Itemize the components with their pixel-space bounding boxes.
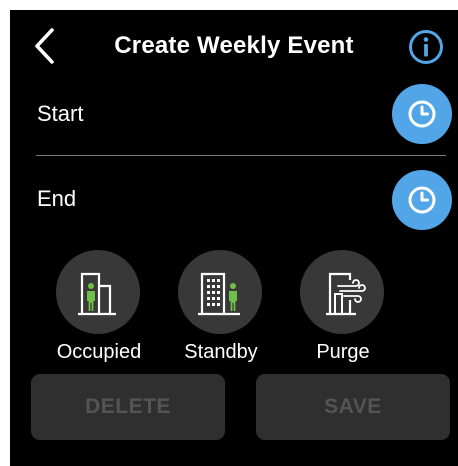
info-icon xyxy=(409,30,443,64)
mode-occupied-button[interactable]: Occupied xyxy=(44,250,154,370)
mode-occupied-label: Occupied xyxy=(56,341,142,363)
save-button[interactable]: SAVE xyxy=(256,374,450,440)
end-label: End xyxy=(37,186,77,211)
mode-standby-button[interactable]: Standby xyxy=(166,250,276,370)
end-row: End xyxy=(10,166,458,230)
mode-purge-label: Purge xyxy=(316,341,370,363)
mode-circle xyxy=(56,250,140,334)
mode-standby-label: Standby xyxy=(184,341,258,363)
standby-building-icon xyxy=(198,272,240,316)
start-row: Start xyxy=(10,82,458,146)
clock-icon xyxy=(408,100,436,128)
start-label: Start xyxy=(37,101,84,126)
divider xyxy=(36,155,446,156)
start-time-button[interactable] xyxy=(392,84,452,144)
thermostat-screen: Create Weekly Event Start End Occupied S… xyxy=(10,10,458,466)
header: Create Weekly Event xyxy=(10,10,458,86)
chevron-left-icon xyxy=(35,28,54,64)
mode-circle xyxy=(178,250,262,334)
mode-purge-button[interactable]: Purge xyxy=(288,250,398,370)
page-title: Create Weekly Event xyxy=(114,32,354,59)
clock-icon xyxy=(408,186,436,214)
delete-button[interactable]: DELETE xyxy=(31,374,225,440)
back-button[interactable] xyxy=(28,26,62,66)
occupied-building-icon xyxy=(78,272,116,316)
purge-icon xyxy=(326,272,366,316)
mode-circle xyxy=(300,250,384,334)
end-time-button[interactable] xyxy=(392,170,452,230)
info-button[interactable] xyxy=(408,29,444,65)
